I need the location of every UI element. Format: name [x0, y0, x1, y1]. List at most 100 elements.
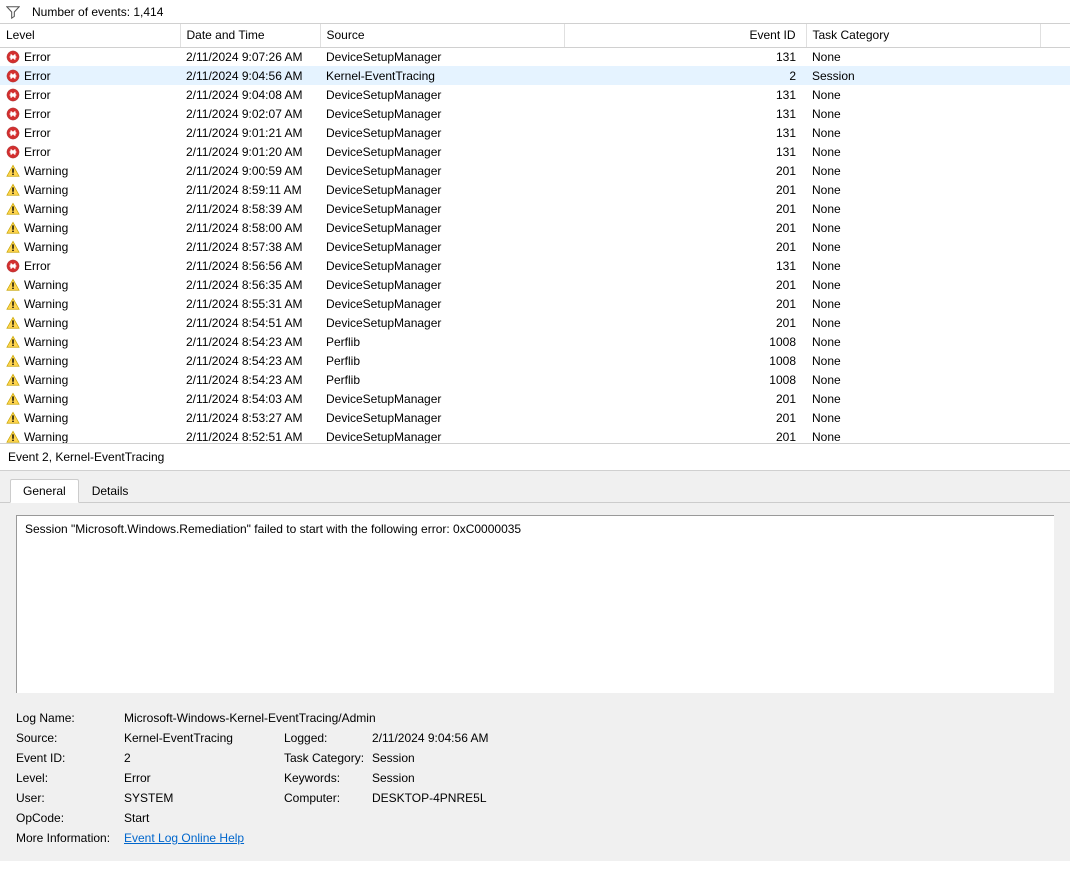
event-level-text: Error — [24, 88, 51, 102]
col-header-taskcat[interactable]: Task Category — [806, 24, 1040, 47]
event-level-text: Warning — [24, 164, 68, 178]
event-properties-grid: Log Name: Microsoft-Windows-Kernel-Event… — [16, 711, 1054, 845]
event-date: 2/11/2024 8:55:31 AM — [180, 294, 320, 313]
table-row[interactable]: Warning2/11/2024 8:54:23 AMPerflib1008No… — [0, 370, 1070, 389]
detail-header: Event 2, Kernel-EventTracing — [0, 444, 1070, 471]
col-header-eventid[interactable]: Event ID — [564, 24, 806, 47]
event-source: Perflib — [320, 370, 564, 389]
event-level-text: Error — [24, 107, 51, 121]
prop-label-level: Level: — [16, 771, 124, 785]
event-task-category: None — [806, 142, 1040, 161]
event-id: 201 — [564, 161, 806, 180]
event-message-text: Session "Microsoft.Windows.Remediation" … — [25, 522, 521, 536]
event-id: 131 — [564, 104, 806, 123]
table-row[interactable]: Error2/11/2024 9:01:20 AMDeviceSetupMana… — [0, 142, 1070, 161]
event-id: 201 — [564, 199, 806, 218]
event-level-text: Warning — [24, 221, 68, 235]
event-id: 201 — [564, 408, 806, 427]
table-row[interactable]: Warning2/11/2024 8:54:23 AMPerflib1008No… — [0, 351, 1070, 370]
more-info-link[interactable]: Event Log Online Help — [124, 831, 244, 845]
event-level-text: Warning — [24, 430, 68, 444]
tab-general[interactable]: General — [10, 479, 79, 503]
event-id: 1008 — [564, 370, 806, 389]
table-row[interactable]: Error2/11/2024 9:01:21 AMDeviceSetupMana… — [0, 123, 1070, 142]
event-date: 2/11/2024 8:57:38 AM — [180, 237, 320, 256]
prop-label-user: User: — [16, 791, 124, 805]
table-row[interactable]: Warning2/11/2024 8:56:35 AMDeviceSetupMa… — [0, 275, 1070, 294]
event-source: DeviceSetupManager — [320, 313, 564, 332]
event-id: 201 — [564, 427, 806, 444]
event-date: 2/11/2024 8:58:00 AM — [180, 218, 320, 237]
warning-icon — [6, 354, 20, 368]
warning-icon — [6, 430, 20, 444]
table-row[interactable]: Warning 2/11/2024 8:52:51 AMDeviceSetupMa… — [0, 427, 1070, 444]
warning-icon — [6, 221, 20, 235]
event-date: 2/11/2024 8:56:56 AM — [180, 256, 320, 275]
event-task-category: None — [806, 332, 1040, 351]
prop-value-level: Error — [124, 771, 284, 785]
error-icon — [6, 88, 20, 102]
table-row[interactable]: Error2/11/2024 9:04:08 AMDeviceSetupMana… — [0, 85, 1070, 104]
table-row[interactable]: Warning2/11/2024 8:58:39 AMDeviceSetupMa… — [0, 199, 1070, 218]
prop-label-opcode: OpCode: — [16, 811, 124, 825]
table-row[interactable]: Warning2/11/2024 8:55:31 AMDeviceSetupMa… — [0, 294, 1070, 313]
table-row[interactable]: Error2/11/2024 9:04:56 AMKernel-EventTra… — [0, 66, 1070, 85]
event-id: 131 — [564, 85, 806, 104]
event-source: DeviceSetupManager — [320, 180, 564, 199]
event-task-category: None — [806, 427, 1040, 444]
event-id: 131 — [564, 123, 806, 142]
warning-icon — [6, 392, 20, 406]
table-header-row: Level Date and Time Source Event ID Task… — [0, 24, 1070, 47]
event-task-category: None — [806, 218, 1040, 237]
event-date: 2/11/2024 8:54:23 AM — [180, 351, 320, 370]
event-source: DeviceSetupManager — [320, 408, 564, 427]
table-row[interactable]: Warning2/11/2024 8:54:51 AMDeviceSetupMa… — [0, 313, 1070, 332]
event-task-category: None — [806, 104, 1040, 123]
event-id: 131 — [564, 142, 806, 161]
prop-value-taskcat: Session — [372, 751, 1054, 765]
event-id: 131 — [564, 256, 806, 275]
event-date: 2/11/2024 9:01:21 AM — [180, 123, 320, 142]
table-row[interactable]: Warning2/11/2024 9:00:59 AMDeviceSetupMa… — [0, 161, 1070, 180]
event-date: 2/11/2024 8:52:51 AM — [180, 427, 320, 444]
table-row[interactable]: Warning2/11/2024 8:59:11 AMDeviceSetupMa… — [0, 180, 1070, 199]
col-header-end — [1040, 24, 1070, 47]
tab-details[interactable]: Details — [79, 479, 142, 503]
event-date: 2/11/2024 8:56:35 AM — [180, 275, 320, 294]
event-date: 2/11/2024 9:04:56 AM — [180, 66, 320, 85]
event-source: DeviceSetupManager — [320, 218, 564, 237]
prop-value-logname: Microsoft-Windows-Kernel-EventTracing/Ad… — [124, 711, 1054, 725]
prop-label-logname: Log Name: — [16, 711, 124, 725]
event-id: 131 — [564, 47, 806, 66]
event-id: 201 — [564, 218, 806, 237]
event-message-box[interactable]: Session "Microsoft.Windows.Remediation" … — [16, 515, 1054, 693]
table-row[interactable]: Error2/11/2024 9:02:07 AMDeviceSetupMana… — [0, 104, 1070, 123]
prop-label-moreinfo: More Information: — [16, 831, 124, 845]
event-source: DeviceSetupManager — [320, 104, 564, 123]
col-header-level[interactable]: Level — [0, 24, 180, 47]
error-icon — [6, 50, 20, 64]
event-task-category: None — [806, 408, 1040, 427]
table-row[interactable]: Warning2/11/2024 8:54:03 AMDeviceSetupMa… — [0, 389, 1070, 408]
table-row[interactable]: Error2/11/2024 8:56:56 AMDeviceSetupMana… — [0, 256, 1070, 275]
event-date: 2/11/2024 8:54:23 AM — [180, 370, 320, 389]
table-row[interactable]: Warning2/11/2024 8:54:23 AMPerflib1008No… — [0, 332, 1070, 351]
error-icon — [6, 259, 20, 273]
table-row[interactable]: Warning2/11/2024 8:57:38 AMDeviceSetupMa… — [0, 237, 1070, 256]
event-level-text: Warning — [24, 316, 68, 330]
filter-icon[interactable] — [6, 5, 20, 19]
prop-label-source: Source: — [16, 731, 124, 745]
prop-value-computer: DESKTOP-4PNRE5L — [372, 791, 1054, 805]
table-row[interactable]: Error2/11/2024 9:07:26 AMDeviceSetupMana… — [0, 47, 1070, 66]
col-header-date[interactable]: Date and Time — [180, 24, 320, 47]
col-header-source[interactable]: Source — [320, 24, 564, 47]
warning-icon — [6, 297, 20, 311]
event-level-text: Warning — [24, 297, 68, 311]
event-source: Kernel-EventTracing — [320, 66, 564, 85]
prop-label-keywords: Keywords: — [284, 771, 372, 785]
event-source: DeviceSetupManager — [320, 427, 564, 444]
table-row[interactable]: Warning2/11/2024 8:53:27 AMDeviceSetupMa… — [0, 408, 1070, 427]
detail-title: Event 2, Kernel-EventTracing — [8, 450, 164, 464]
table-row[interactable]: Warning 2/11/2024 8:58:00 AMDeviceSetupMa… — [0, 218, 1070, 237]
warning-icon — [6, 373, 20, 387]
